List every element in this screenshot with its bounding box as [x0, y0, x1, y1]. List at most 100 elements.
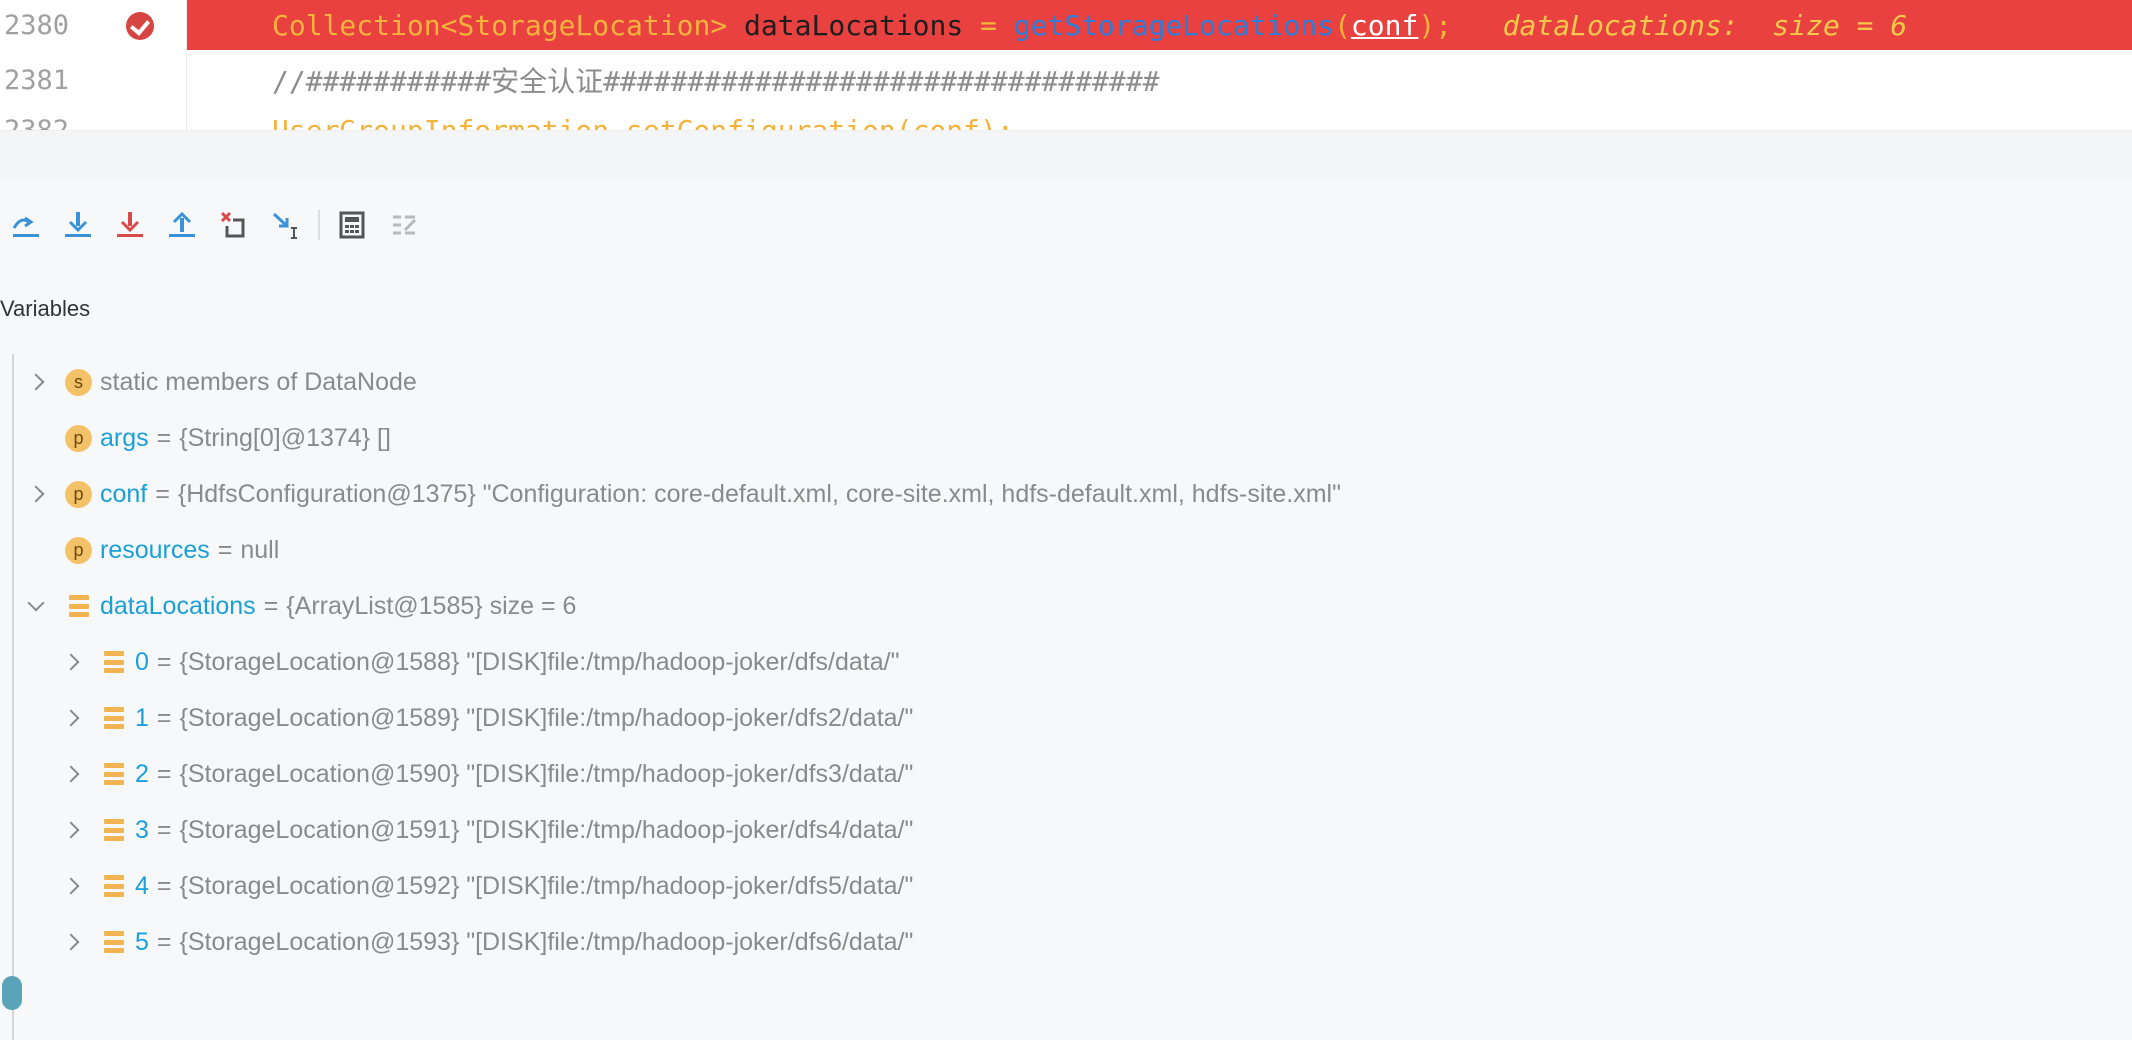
- static-badge-icon: s: [65, 368, 92, 396]
- variable-entry: args = {String[0]@1374} []: [100, 424, 391, 453]
- variable-value: {StorageLocation@1588} "[DISK]file:/tmp/…: [179, 647, 900, 676]
- inline-value-hint: dataLocations: size = 6: [1452, 8, 1908, 42]
- variable-value: {StorageLocation@1589} "[DISK]file:/tmp/…: [179, 703, 914, 732]
- drop-frame-button[interactable]: [208, 205, 260, 245]
- list-icon: [104, 931, 124, 953]
- evaluate-expression-icon: [339, 211, 365, 239]
- gutter[interactable]: 2382: [0, 105, 187, 130]
- variable-name: 2: [135, 759, 149, 788]
- variable-name: resources: [100, 535, 210, 564]
- variable-entry: resources = null: [100, 536, 279, 565]
- variable-value: {ArrayList@1585} size = 6: [286, 591, 577, 620]
- variable-entry: 0 = {StorageLocation@1588} "[DISK]file:/…: [135, 648, 899, 677]
- variables-tree[interactable]: s static members of DataNode p args = {S…: [2, 354, 2114, 1040]
- tree-row-child[interactable]: 1 = {StorageLocation@1589} "[DISK]file:/…: [14, 690, 2114, 746]
- code-editor: 2380 Collection<StorageLocation> dataLoc…: [0, 0, 2132, 130]
- step-into-button[interactable]: [52, 205, 104, 245]
- trace-stream-icon: [393, 215, 417, 235]
- code-line-2381[interactable]: 2381 //###########安全认证##################…: [0, 55, 2132, 105]
- code-token: Collection: [272, 8, 441, 42]
- code-line-2382[interactable]: 2382 UserGroupInformation.setConfigurati…: [0, 105, 2132, 130]
- code-comment: //###########安全认证#######################…: [272, 65, 1160, 98]
- chevron-right-icon[interactable]: [63, 710, 79, 726]
- code-line-2380[interactable]: 2380 Collection<StorageLocation> dataLoc…: [0, 0, 2132, 50]
- chevron-right-icon[interactable]: [28, 486, 44, 502]
- evaluate-expression-button[interactable]: [326, 205, 378, 245]
- force-step-into-button[interactable]: [104, 205, 156, 245]
- variable-entry: 5 = {StorageLocation@1593} "[DISK]file:/…: [135, 928, 913, 957]
- code-token: dataLocations: [727, 8, 981, 42]
- variable-value: null: [240, 535, 280, 564]
- run-to-cursor-icon: [272, 212, 297, 239]
- variable-value: {StorageLocation@1592} "[DISK]file:/tmp/…: [179, 871, 914, 900]
- variable-name: 1: [135, 703, 149, 732]
- code-token: StorageLocation: [457, 8, 711, 42]
- trace-stream-button[interactable]: [378, 205, 430, 245]
- equals-sign: =: [156, 927, 172, 956]
- tree-row-child[interactable]: 5 = {StorageLocation@1593} "[DISK]file:/…: [14, 914, 2114, 970]
- equals-sign: =: [156, 703, 172, 732]
- equals-sign: =: [156, 423, 172, 452]
- equals-sign: =: [156, 815, 172, 844]
- variable-name: dataLocations: [100, 591, 256, 620]
- static-members-label: static members of DataNode: [100, 367, 417, 396]
- variable-name: conf: [100, 479, 148, 508]
- code-token: >: [710, 8, 728, 42]
- param-badge-icon: p: [65, 480, 92, 508]
- variables-header: Variables: [0, 296, 91, 321]
- step-out-button[interactable]: [156, 205, 208, 245]
- code-text: Collection<StorageLocation> dataLocation…: [272, 9, 1907, 42]
- tree-row-resources[interactable]: p resources = null: [14, 522, 2114, 578]
- code-token: );: [1418, 8, 1453, 42]
- tree-row-child[interactable]: 0 = {StorageLocation@1588} "[DISK]file:/…: [14, 634, 2114, 690]
- variable-entry: 2 = {StorageLocation@1590} "[DISK]file:/…: [135, 760, 913, 789]
- line-number: 2382: [4, 114, 70, 131]
- equals-sign: =: [156, 647, 172, 676]
- variable-entry: 1 = {StorageLocation@1589} "[DISK]file:/…: [135, 704, 913, 733]
- variable-value: {HdfsConfiguration@1375} "Configuration:…: [177, 479, 1341, 508]
- panel-divider[interactable]: [0, 130, 2132, 181]
- force-step-into-icon: [117, 212, 143, 237]
- variable-value: {StorageLocation@1590} "[DISK]file:/tmp/…: [179, 759, 914, 788]
- chevron-right-icon[interactable]: [63, 934, 79, 950]
- variable-entry: dataLocations = {ArrayList@1585} size = …: [100, 592, 576, 621]
- variable-value: {StorageLocation@1593} "[DISK]file:/tmp/…: [179, 927, 914, 956]
- tree-row-static[interactable]: s static members of DataNode: [14, 354, 2114, 410]
- tree-row-conf[interactable]: p conf = {HdfsConfiguration@1375} "Confi…: [14, 466, 2114, 522]
- toolbar-separator: [318, 210, 320, 240]
- chevron-right-icon[interactable]: [63, 878, 79, 894]
- gutter[interactable]: 2381: [0, 55, 187, 105]
- param-badge-icon: p: [65, 536, 92, 564]
- equals-sign: =: [156, 759, 172, 788]
- equals-sign: =: [217, 535, 233, 564]
- chevron-right-icon[interactable]: [63, 654, 79, 670]
- step-over-button[interactable]: [0, 205, 52, 245]
- tree-row-child[interactable]: 4 = {StorageLocation@1592} "[DISK]file:/…: [14, 858, 2114, 914]
- code-token: <: [440, 8, 458, 42]
- chevron-right-icon[interactable]: [63, 822, 79, 838]
- tree-row-dataLocations[interactable]: dataLocations = {ArrayList@1585} size = …: [14, 578, 2114, 634]
- line-number: 2381: [4, 64, 70, 96]
- step-over-icon: [12, 216, 39, 237]
- tree-row-args[interactable]: p args = {String[0]@1374} []: [14, 410, 2114, 466]
- variable-name: args: [100, 423, 149, 452]
- chevron-down-icon[interactable]: [28, 598, 44, 614]
- chevron-right-icon[interactable]: [63, 766, 79, 782]
- tree-row-child[interactable]: 3 = {StorageLocation@1591} "[DISK]file:/…: [14, 802, 2114, 858]
- gutter[interactable]: 2380: [0, 0, 187, 50]
- chevron-right-icon[interactable]: [28, 374, 44, 390]
- variable-name: 3: [135, 815, 149, 844]
- code-token: conf: [1350, 8, 1419, 42]
- variable-name: 4: [135, 871, 149, 900]
- variable-entry: 4 = {StorageLocation@1592} "[DISK]file:/…: [135, 872, 913, 901]
- run-to-cursor-button[interactable]: [260, 205, 312, 245]
- param-badge-icon: p: [65, 424, 92, 452]
- code-text: UserGroupInformation.setConfiguration(co…: [272, 113, 1014, 131]
- breakpoint-icon[interactable]: [126, 12, 154, 40]
- variable-entry: conf = {HdfsConfiguration@1375} "Configu…: [100, 480, 1341, 509]
- equals-sign: =: [155, 479, 170, 508]
- code-token: =: [980, 8, 997, 42]
- tree-row-child[interactable]: 2 = {StorageLocation@1590} "[DISK]file:/…: [14, 746, 2114, 802]
- list-icon: [104, 819, 124, 841]
- line-number: 2380: [4, 9, 70, 41]
